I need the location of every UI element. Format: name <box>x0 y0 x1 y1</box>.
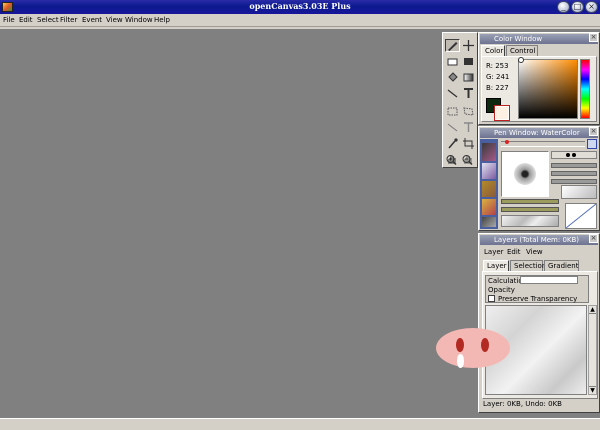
title-bar: openCanvas3.03E Plus _ □ × <box>0 0 600 14</box>
pressure-size-slider[interactable] <box>501 199 559 204</box>
preserve-transparency-label: Preserve Transparency <box>498 295 578 303</box>
pen-tool-icon[interactable] <box>445 39 460 52</box>
right-eye <box>481 338 489 352</box>
window-title: openCanvas3.03E Plus <box>249 1 351 11</box>
paper-texture-swatch[interactable] <box>561 185 597 199</box>
eraser-tool-icon[interactable] <box>445 55 460 68</box>
layer-status: Layer: 0KB, Undo: 0KB <box>483 400 562 408</box>
left-eye <box>456 338 464 352</box>
menu-bar: File Edit Select Filter Event View Windo… <box>0 14 600 27</box>
layers-window: Layers (Total Mem: 0KB) × Layer Edit Vie… <box>478 233 600 413</box>
menu-help[interactable]: Help <box>154 16 170 24</box>
pressure-curve-graph[interactable] <box>565 203 597 229</box>
layers-window-title[interactable]: Layers (Total Mem: 0KB) <box>480 235 598 245</box>
density-slider[interactable] <box>551 163 597 168</box>
tab-gradient[interactable]: Gradient <box>544 260 579 271</box>
brush-size-slider[interactable] <box>501 140 585 147</box>
maximize-button[interactable]: □ <box>571 1 584 13</box>
layer-list-scrollbar[interactable]: ▲ ▼ <box>588 305 597 395</box>
calculation-dropdown[interactable] <box>520 276 578 284</box>
hue-slider[interactable] <box>580 59 590 119</box>
line-tool-icon[interactable] <box>445 87 460 100</box>
move-tool-icon[interactable] <box>461 39 476 52</box>
minimize-button[interactable]: _ <box>557 1 570 13</box>
pen-window-title[interactable]: Pen Window: WaterColor <box>480 128 598 138</box>
rect-select-tool-icon[interactable] <box>445 105 460 118</box>
save-preset-icon[interactable] <box>587 139 597 149</box>
close-icon[interactable]: × <box>589 234 598 243</box>
tab-layer[interactable]: Layer <box>483 260 509 271</box>
eraser-brush-icon[interactable] <box>482 163 496 179</box>
layers-menu-view[interactable]: View <box>526 248 543 256</box>
preserve-transparency-checkbox[interactable] <box>488 295 495 302</box>
close-icon[interactable]: × <box>589 127 598 136</box>
tab-control[interactable]: Control <box>506 45 538 56</box>
text-select-tool-icon[interactable] <box>461 121 476 134</box>
background-color-swatch[interactable] <box>494 105 510 121</box>
slider-knob[interactable] <box>505 140 509 144</box>
zoom-in-icon[interactable] <box>444 153 459 166</box>
menu-window[interactable]: Window <box>125 16 153 24</box>
green-value: G: 241 <box>486 73 510 81</box>
eyedropper-tool-icon[interactable] <box>445 137 460 150</box>
pressure-opacity-slider[interactable] <box>501 207 559 212</box>
blend-slider[interactable] <box>551 171 597 176</box>
close-icon[interactable]: × <box>589 33 598 42</box>
red-value: R: 253 <box>486 62 509 70</box>
pen-window: Pen Window: WaterColor × <box>478 126 600 231</box>
lasso-tool-icon[interactable] <box>461 105 476 118</box>
menu-filter[interactable]: Filter <box>60 16 77 24</box>
color-window-title[interactable]: Color Window <box>480 34 598 44</box>
brush-tip-preview <box>514 163 536 185</box>
water-slider[interactable] <box>551 179 597 184</box>
watercolor-brush-icon[interactable] <box>482 199 496 215</box>
opacity-label: Opacity <box>488 286 515 294</box>
color-tabs: Color Control <box>481 45 599 56</box>
color-window: Color Window × Color Control R: 253 G: 2… <box>478 32 600 125</box>
menu-event[interactable]: Event <box>82 16 102 24</box>
fang <box>457 354 464 368</box>
text-tool-icon[interactable] <box>461 87 476 100</box>
pink-pig-character[interactable] <box>436 328 510 368</box>
brush-preview <box>501 151 549 197</box>
close-button[interactable]: × <box>585 1 598 13</box>
marker-brush-icon[interactable] <box>482 217 496 227</box>
brush-category-strip[interactable] <box>480 139 498 229</box>
layers-menu-edit[interactable]: Edit <box>507 248 521 256</box>
line-select-tool-icon[interactable] <box>445 121 460 134</box>
zoom-out-icon[interactable] <box>460 153 475 166</box>
status-bar <box>0 418 600 430</box>
pen-brush-icon[interactable] <box>482 143 496 161</box>
brush-shape-selector[interactable] <box>551 151 597 159</box>
layer-properties: Calculation Opacity Preserve Transparenc… <box>485 275 589 303</box>
blue-value: B: 227 <box>486 84 509 92</box>
layer-tabs: Layer Selection Gradient <box>481 260 599 271</box>
color-panel-body: R: 253 G: 241 B: 227 <box>481 56 597 122</box>
menu-file[interactable]: File <box>3 16 15 24</box>
menu-edit[interactable]: Edit <box>19 16 33 24</box>
tab-selection[interactable]: Selection <box>510 260 546 271</box>
texture-preview[interactable] <box>501 215 559 227</box>
layers-menu-layer[interactable]: Layer <box>484 248 504 256</box>
menu-select[interactable]: Select <box>37 16 59 24</box>
saturation-value-picker[interactable] <box>518 57 578 119</box>
bucket-tool-icon[interactable] <box>445 71 460 84</box>
crop-tool-icon[interactable] <box>461 137 476 150</box>
tab-color[interactable]: Color <box>481 45 505 56</box>
airbrush-icon[interactable] <box>482 181 496 197</box>
picker-cursor[interactable] <box>518 57 524 63</box>
fill-rect-tool-icon[interactable] <box>461 55 476 68</box>
gradient-tool-icon[interactable] <box>461 71 476 84</box>
menu-view[interactable]: View <box>106 16 123 24</box>
toolbox <box>442 32 478 168</box>
